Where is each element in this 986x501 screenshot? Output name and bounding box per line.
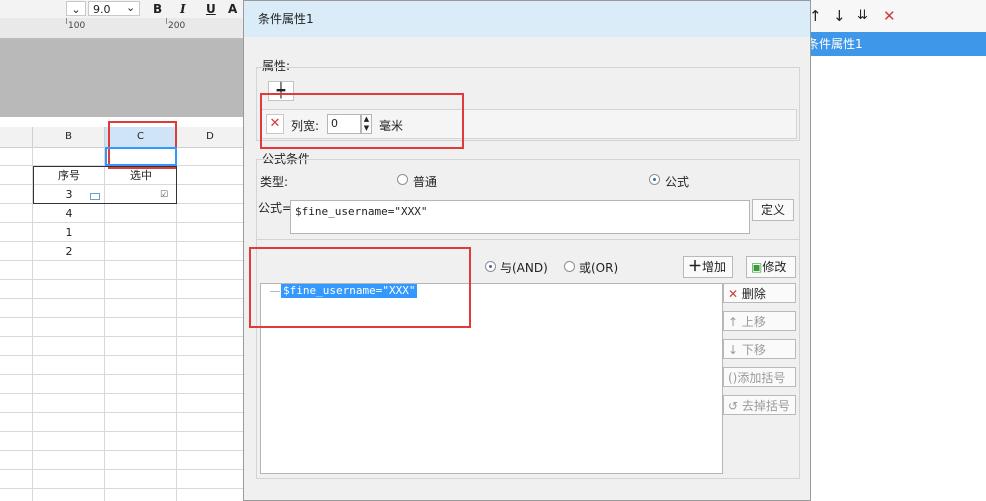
type-label: 类型: [260,175,289,189]
ruler: 100 200 [0,18,243,39]
column-header-b[interactable]: B [33,127,105,147]
arrow-up-icon: ↑ [728,315,739,329]
font-size-value: 9.0 [93,3,111,16]
arrow-down-icon[interactable]: ↓ [833,8,846,24]
condition-list-item[interactable]: 条件属性1 [801,32,986,56]
remove-bracket-button[interactable]: ↺ 去掉括号 [723,395,796,415]
ruler-mark: 100 [68,21,86,31]
radio-formula[interactable] [649,174,660,185]
radio-normal[interactable] [397,174,408,185]
add-bracket-button-label: 添加括号 [737,371,786,385]
font-color-button[interactable]: A [228,1,237,17]
header-cell-selected[interactable]: 选中 [105,167,177,185]
table-row[interactable]: 4 [33,205,105,223]
cell-widget-icon [90,193,100,200]
remove-bracket-icon: ↺ [728,399,739,413]
formula-value: $fine_username="XXX" [295,205,428,218]
condition-highlight-box [249,247,471,328]
radio-formula-label: 公式 [665,175,690,189]
arrow-down-icon: ↓ [728,343,739,357]
divider [256,239,800,240]
formula-input[interactable]: $fine_username="XXX" [290,200,750,234]
add-bracket-button[interactable]: ()添加括号 [723,367,796,387]
radio-or-label: 或(OR) [579,261,619,275]
delete-button-label: 删除 [741,287,766,301]
header-cell-number[interactable]: 序号 [33,167,105,185]
move-up-button[interactable]: ↑ 上移 [723,311,796,331]
formula-label: 公式= [258,201,293,215]
column-header-a[interactable] [0,127,33,147]
move-up-button-label: 上移 [741,315,766,329]
move-down-button-label: 下移 [741,343,766,357]
dialog-title: 条件属性1 [244,1,810,37]
radio-or[interactable] [564,261,575,272]
table-row[interactable]: 2 [33,243,105,261]
condition-attribute-dialog: 条件属性1 属性: ┿ ✕ 列宽: 0 ▲ ▼ 毫米 公式条件 类型: 普通 公式… [243,0,811,501]
move-down-button[interactable]: ↓ 下移 [723,339,796,359]
delete-icon[interactable]: ✕ [883,8,896,24]
plus-icon: ＋ [688,259,702,275]
delete-button[interactable]: ✕ 删除 [723,283,796,303]
radio-normal-label: 普通 [413,175,438,189]
ruler-tick [166,18,167,24]
underline-button[interactable]: U [206,1,216,17]
italic-button[interactable]: I [180,1,186,17]
define-button[interactable]: 定义 [752,199,794,221]
remove-bracket-button-label: 去掉括号 [741,399,790,413]
checkbox-icon: ☑ [160,190,169,200]
chevron-down-icon[interactable]: ⌄ [126,1,135,14]
radio-and-label: 与(AND) [500,261,548,275]
move-bottom-icon[interactable]: ⇊ [857,8,868,24]
canvas-gray-area [0,39,243,117]
table-row[interactable]: 1 [33,224,105,242]
format-toolbar: ⌄ 9.0 ⌄ B I U A [0,0,243,19]
condition-list-toolbar: ↑ ↓ ⇊ ✕ [801,0,986,32]
radio-and[interactable] [485,261,496,272]
bold-button[interactable]: B [153,1,162,17]
selected-cell[interactable] [105,147,177,166]
condition-list-panel: ↑ ↓ ⇊ ✕ 条件属性1 [800,0,986,501]
edit-icon: ▣ [751,260,763,274]
modify-button[interactable]: ▣修改 [746,256,796,278]
close-icon: ✕ [728,287,739,301]
font-dropdown-arrow[interactable]: ⌄ [66,1,86,16]
add-button[interactable]: ＋增加 [683,256,733,278]
column-header-d[interactable]: D [177,127,243,147]
bracket-icon: () [728,371,738,385]
ruler-mark: 200 [168,21,186,31]
modify-button-label: 修改 [762,260,787,274]
attribute-highlight-box [260,93,464,149]
add-button-label: 增加 [702,260,727,274]
ruler-tick [66,18,67,24]
